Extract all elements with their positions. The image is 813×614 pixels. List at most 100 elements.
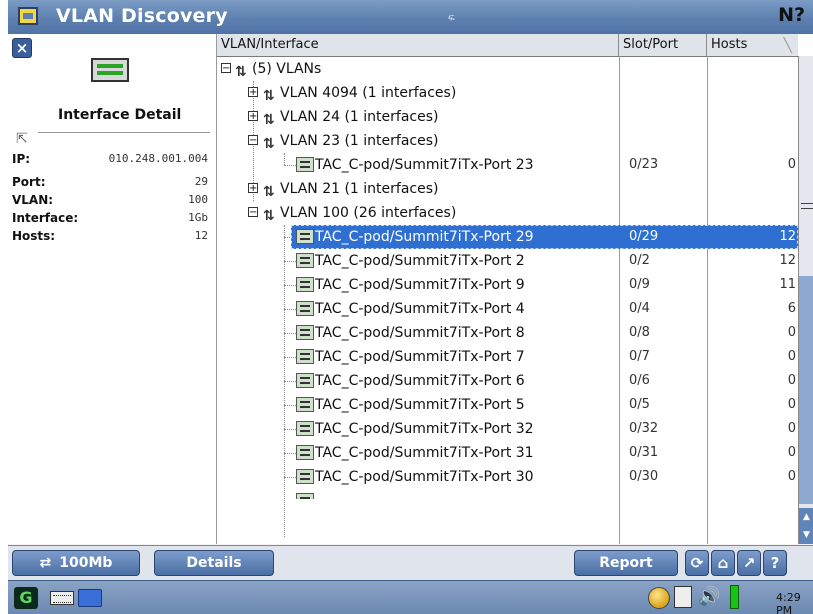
network-globe-icon[interactable] [648,587,670,609]
detail-value: 12 [194,229,208,242]
tree-guide [284,165,296,167]
tree-port-row[interactable]: TAC_C-pod/Summit7iTx-Port 8 0/8 0 [217,321,798,345]
port-label: TAC_C-pod/Summit7iTx-Port 32 [315,421,534,437]
port-icon [296,421,314,436]
home-icon[interactable]: ⌂ [711,550,735,576]
expand-icon[interactable]: + [248,183,258,194]
port-icon [296,229,314,244]
port-hosts: 0 [787,349,796,364]
keyboard-icon[interactable] [50,591,74,605]
column-header-hosts[interactable]: Hosts ╲ [707,34,798,56]
expand-icon[interactable]: + [248,87,258,98]
tree-port-row-selected[interactable]: TAC_C-pod/Summit7iTx-Port 29 0/29 12 [217,225,798,249]
refresh-icon[interactable]: ⟳ [685,550,709,576]
tree-port-row[interactable]: TAC_C-pod/Summit7iTx-Port 23 0/23 0 [217,153,798,177]
tree-vlan-row[interactable]: − ⇅ VLAN 23 (1 interfaces) [217,129,798,153]
report-button[interactable]: Report [574,550,678,576]
tree-vlan-row[interactable]: − ⇅ VLAN 100 (26 interfaces) [217,201,798,225]
port-icon [296,277,314,292]
tree-guide [284,309,296,311]
port-icon [296,301,314,316]
port-label: TAC_C-pod/Summit7iTx-Port 29 [315,229,534,245]
port-icon [296,253,314,268]
column-header-vlan-interface[interactable]: VLAN/Interface [217,34,619,56]
tree-port-row-partial[interactable] [217,489,798,499]
port-hosts: 0 [787,421,796,436]
port-label: TAC_C-pod/Summit7iTx-Port 31 [315,445,534,461]
port-hosts: 0 [787,397,796,412]
collapse-icon[interactable]: − [248,135,258,146]
vlan-tree-panel: VLAN/Interface Slot/Port Hosts ╲ − ⇅ (5)… [217,34,813,544]
port-slot: 0/32 [629,421,659,436]
tree-vlan-row[interactable]: + ⇅ VLAN 21 (1 interfaces) [217,177,798,201]
hosts-header-label: Hosts [711,37,748,52]
port-icon [296,445,314,460]
clock: 4:29 PM [776,591,801,614]
port-slot: 0/7 [629,349,650,364]
collapse-icon[interactable]: − [221,63,231,74]
detail-value: 010.248.001.004 [108,152,208,165]
port-slot: 0/4 [629,301,650,316]
column-header-slot-port[interactable]: Slot/Port [619,34,707,56]
tree-port-row[interactable]: TAC_C-pod/Summit7iTx-Port 6 0/6 0 [217,369,798,393]
messages-icon[interactable] [78,589,102,607]
vertical-scrollbar[interactable]: ▲ ▼ [798,56,813,544]
tree-guide [284,477,296,479]
tree-guide [284,453,296,455]
port-label: TAC_C-pod/Summit7iTx-Port 6 [315,373,525,389]
port-label: TAC_C-pod/Summit7iTx-Port 5 [315,397,525,413]
port-hosts: 0 [787,157,796,172]
start-menu-icon[interactable]: G [14,587,38,609]
button-bar: ⇄ 100Mb Details Report ⟳ ⌂ ↗ ? [8,545,813,580]
tree-guide [284,381,296,383]
tree-root[interactable]: − ⇅ (5) VLANs [217,57,798,81]
expand-icon[interactable]: + [248,111,258,122]
help-button[interactable]: ? [763,550,787,576]
vlan-label: VLAN 21 (1 interfaces) [280,181,439,197]
detail-row-interface: Interface: 1Gb [12,211,208,228]
tree-guide [284,357,296,359]
tree-port-row[interactable]: TAC_C-pod/Summit7iTx-Port 9 0/9 11 [217,273,798,297]
tree-port-row[interactable]: TAC_C-pod/Summit7iTx-Port 32 0/32 0 [217,417,798,441]
tree-port-row[interactable]: TAC_C-pod/Summit7iTx-Port 4 0/4 6 [217,297,798,321]
tree-port-row[interactable]: TAC_C-pod/Summit7iTx-Port 30 0/30 0 [217,465,798,489]
speaker-icon[interactable]: 🔊 [698,586,720,607]
app-window-icon[interactable] [18,7,38,25]
port-label: TAC_C-pod/Summit7iTx-Port 4 [315,301,525,317]
close-button[interactable]: × [12,38,32,58]
tree-port-row[interactable]: TAC_C-pod/Summit7iTx-Port 2 0/2 12 [217,249,798,273]
tree-vlan-row[interactable]: + ⇅ VLAN 24 (1 interfaces) [217,105,798,129]
pointer-cursor-icon: ⇱ [16,131,28,147]
scroll-down-icon[interactable]: ▼ [799,526,813,544]
port-icon [296,157,314,172]
detail-row-hosts: Hosts: 12 [12,229,208,246]
port-slot: 0/29 [629,229,659,244]
vlan-label: VLAN 24 (1 interfaces) [280,109,439,125]
tree-port-row[interactable]: TAC_C-pod/Summit7iTx-Port 7 0/7 0 [217,345,798,369]
port-slot: 0/23 [629,157,659,172]
clipboard-icon[interactable] [674,586,692,608]
port-hosts: 12 [779,253,796,268]
tools-icon[interactable]: ↗ [737,550,761,576]
port-label: TAC_C-pod/Summit7iTx-Port 23 [315,157,534,173]
port-icon [296,325,314,340]
divider [38,132,210,133]
vlan-label: VLAN 23 (1 interfaces) [280,133,439,149]
scrollbar-grip-icon[interactable] [801,203,813,209]
port-icon [296,493,314,499]
details-button[interactable]: Details [154,550,274,576]
detail-row-port: Port: 29 [12,175,208,192]
speed-button[interactable]: ⇄ 100Mb [12,550,140,576]
scrollbar-thumb[interactable] [799,276,813,504]
detail-label: VLAN: [12,193,54,207]
sort-indicator-icon: ╲ [783,38,792,54]
detail-value: 1Gb [188,211,208,224]
collapse-icon[interactable]: − [248,207,258,218]
vlan-label: VLAN 100 (26 interfaces) [280,205,457,221]
port-slot: 0/9 [629,277,650,292]
help-pointer-icon[interactable]: N? [778,4,805,26]
scroll-up-icon[interactable]: ▲ [799,508,813,526]
tree-port-row[interactable]: TAC_C-pod/Summit7iTx-Port 31 0/31 0 [217,441,798,465]
tree-vlan-row[interactable]: + ⇅ VLAN 4094 (1 interfaces) [217,81,798,105]
tree-port-row[interactable]: TAC_C-pod/Summit7iTx-Port 5 0/5 0 [217,393,798,417]
